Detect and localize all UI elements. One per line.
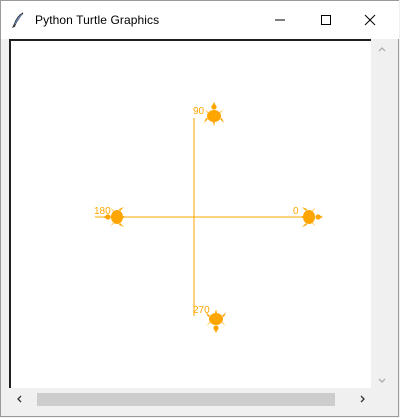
turtle-canvas[interactable]: 0 90 180 270 — [11, 41, 369, 386]
minimize-button[interactable] — [257, 1, 303, 39]
horizontal-scroll-thumb[interactable] — [37, 393, 335, 406]
maximize-icon — [321, 15, 331, 25]
turtle-window: Python Turtle Graphics 0 90 180 270 — [0, 0, 399, 417]
close-button[interactable] — [347, 1, 393, 39]
minimize-icon — [275, 19, 285, 21]
scroll-up-button[interactable] — [374, 41, 390, 57]
scroll-right-button[interactable] — [355, 391, 371, 407]
chevron-right-icon — [360, 395, 365, 403]
window-title: Python Turtle Graphics — [35, 13, 160, 27]
turtle-east — [299, 207, 323, 227]
vertical-scrollbar[interactable] — [373, 39, 391, 387]
chevron-down-icon — [378, 378, 386, 383]
title-bar[interactable]: Python Turtle Graphics — [1, 1, 399, 39]
close-icon — [364, 14, 376, 26]
scroll-left-button[interactable] — [11, 391, 27, 407]
label-north: 90 — [193, 106, 205, 117]
feather-quill-icon — [12, 12, 24, 28]
turtle-north — [204, 102, 224, 126]
label-east: 0 — [293, 206, 299, 217]
maximize-button[interactable] — [303, 1, 349, 39]
scroll-down-button[interactable] — [374, 373, 390, 389]
chevron-left-icon — [17, 395, 22, 403]
horizontal-scrollbar[interactable] — [9, 389, 373, 409]
chevron-up-icon — [378, 47, 386, 52]
